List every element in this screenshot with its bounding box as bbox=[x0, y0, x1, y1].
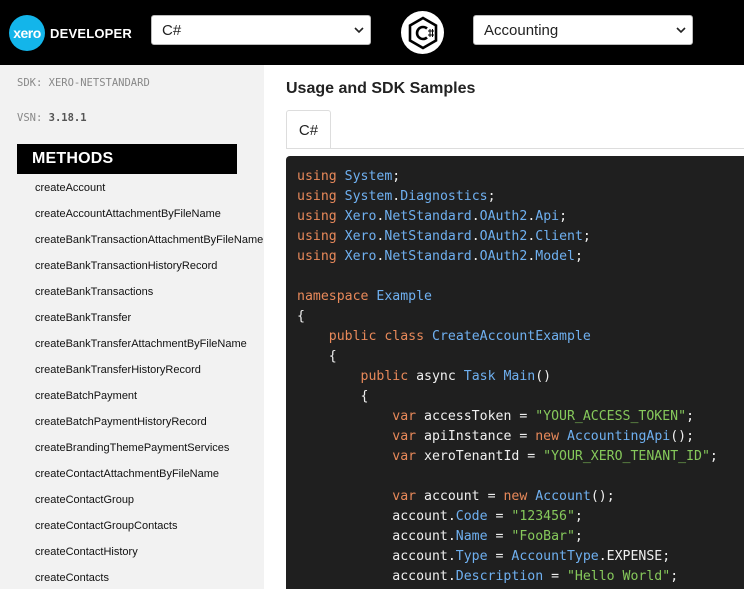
version-label: VSN: bbox=[17, 112, 43, 124]
method-link[interactable]: createBankTransactions bbox=[35, 286, 263, 312]
method-link[interactable]: createContactGroupContacts bbox=[35, 520, 263, 546]
chevron-down-icon bbox=[676, 27, 686, 34]
version-info: VSN: 3.18.1 bbox=[17, 112, 87, 124]
code-line: using Xero.NetStandard.OAuth2.Api; bbox=[297, 209, 568, 224]
code-line: { bbox=[297, 349, 337, 364]
method-link[interactable]: createBankTransactionAttachmentByFileNam… bbox=[35, 234, 263, 260]
code-line: using Xero.NetStandard.OAuth2.Client; bbox=[297, 229, 591, 244]
method-link[interactable]: createAccount bbox=[35, 182, 263, 208]
code-line: var accessToken = "YOUR_ACCESS_TOKEN"; bbox=[392, 409, 695, 424]
version-value: 3.18.1 bbox=[48, 112, 87, 124]
page-title: Usage and SDK Samples bbox=[286, 80, 476, 97]
main-content: Usage and SDK Samples C# using System; us… bbox=[264, 65, 744, 589]
language-select[interactable]: C# bbox=[151, 15, 371, 45]
methods-heading: METHODS bbox=[17, 144, 237, 174]
sdk-value: XERO-NETSTANDARD bbox=[48, 77, 150, 89]
method-link[interactable]: createBatchPayment bbox=[35, 390, 263, 416]
api-select-value: Accounting bbox=[484, 21, 559, 39]
code-line: var apiInstance = new AccountingApi(); bbox=[392, 429, 695, 444]
method-link[interactable]: createContactHistory bbox=[35, 546, 263, 572]
code-line: account.Code = "123456"; bbox=[297, 509, 583, 524]
method-link[interactable]: createContacts bbox=[35, 572, 263, 589]
xero-developer-logo[interactable]: xero DEVELOPER bbox=[9, 15, 132, 51]
code-line: account.Description = "Hello World"; bbox=[297, 569, 679, 584]
code-line: var account = new Account(); bbox=[392, 489, 615, 504]
code-line: using System.Diagnostics; bbox=[297, 189, 496, 204]
sdk-info: SDK: XERO-NETSTANDARD bbox=[17, 77, 150, 89]
code-line: public class CreateAccountExample bbox=[328, 329, 591, 344]
code-sample: using System; using System.Diagnostics; us… bbox=[286, 156, 744, 589]
method-link[interactable]: createBatchPaymentHistoryRecord bbox=[35, 416, 263, 442]
tab-csharp[interactable]: C# bbox=[286, 110, 331, 149]
chevron-down-icon bbox=[354, 27, 364, 34]
sdk-label: SDK: bbox=[17, 77, 43, 89]
sidebar: SDK: XERO-NETSTANDARD VSN: 3.18.1 METHOD… bbox=[0, 65, 264, 589]
method-link[interactable]: createContactGroup bbox=[35, 494, 263, 520]
language-select-value: C# bbox=[162, 21, 182, 39]
methods-list: createAccount createAccountAttachmentByFi… bbox=[35, 182, 263, 589]
code-line: using Xero.NetStandard.OAuth2.Model; bbox=[297, 249, 583, 264]
top-navigation-bar: xero DEVELOPER C# Accounting bbox=[0, 0, 744, 65]
method-link[interactable]: createBrandingThemePaymentServices bbox=[35, 442, 263, 468]
xero-logo-icon: xero bbox=[9, 15, 45, 51]
code-line: namespace Example bbox=[297, 289, 432, 304]
code-line: account.Name = "FooBar"; bbox=[297, 529, 583, 544]
tab-divider bbox=[286, 148, 744, 149]
code-line: var xeroTenantId = "YOUR_XERO_TENANT_ID"… bbox=[392, 449, 718, 464]
method-link[interactable]: createBankTransfer bbox=[35, 312, 263, 338]
method-link[interactable]: createBankTransferAttachmentByFileName bbox=[35, 338, 263, 364]
code-line: using System; bbox=[297, 169, 401, 184]
method-link[interactable]: createBankTransactionHistoryRecord bbox=[35, 260, 263, 286]
csharp-icon bbox=[401, 11, 444, 54]
code-line: account.Type = AccountType.EXPENSE; bbox=[297, 549, 671, 564]
method-link[interactable]: createAccountAttachmentByFileName bbox=[35, 208, 263, 234]
code-line: public async Task Main() bbox=[360, 369, 552, 384]
method-link[interactable]: createContactAttachmentByFileName bbox=[35, 468, 263, 494]
api-select[interactable]: Accounting bbox=[473, 15, 693, 45]
code-line: { bbox=[297, 389, 369, 404]
code-line: { bbox=[297, 309, 305, 324]
method-link[interactable]: createBankTransferHistoryRecord bbox=[35, 364, 263, 390]
logo-text: DEVELOPER bbox=[50, 25, 132, 41]
